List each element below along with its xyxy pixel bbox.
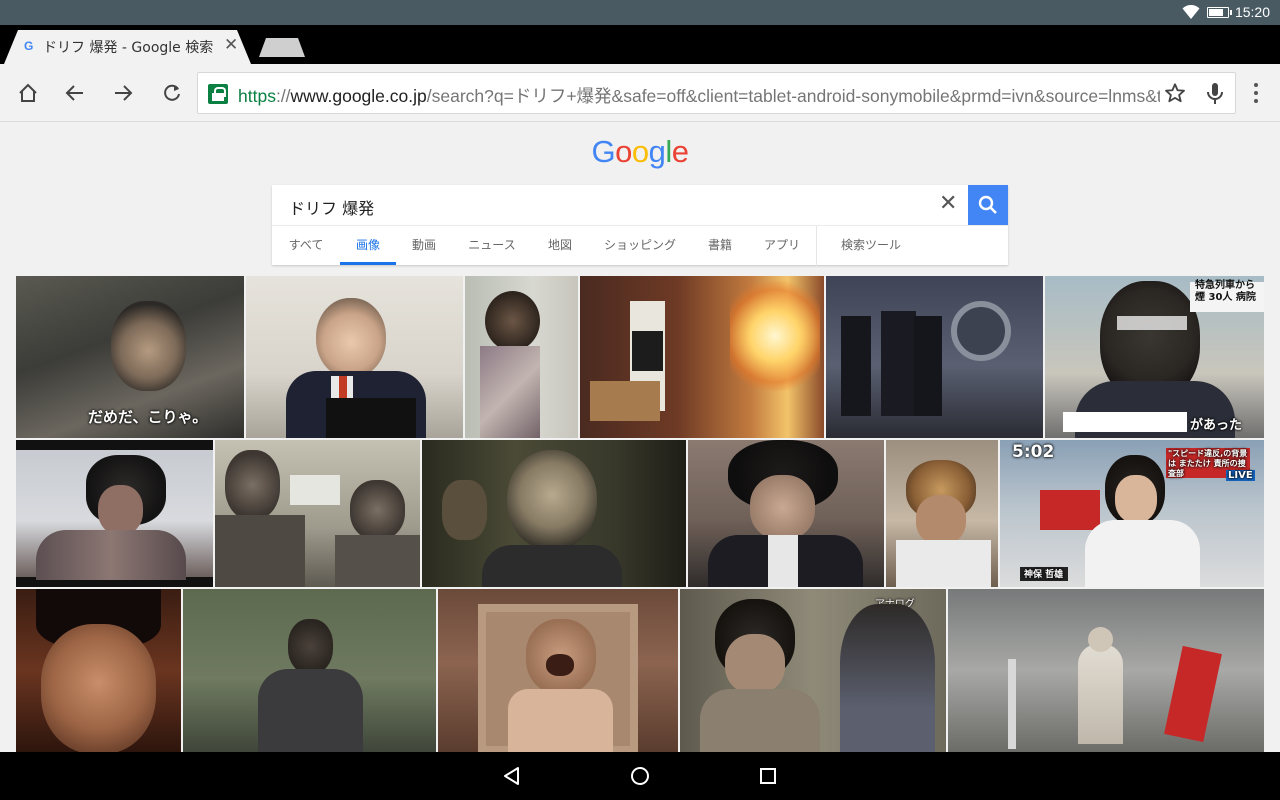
image-result[interactable] — [16, 440, 213, 587]
recents-nav-icon[interactable] — [756, 764, 780, 788]
tab-title: ドリフ 爆発 - Google 検索 — [43, 40, 214, 56]
search-input[interactable]: ドリフ 爆発 — [289, 195, 374, 219]
close-icon[interactable]: ✕ — [224, 35, 238, 55]
microphone-icon[interactable] — [1206, 82, 1224, 110]
image-result[interactable] — [183, 589, 436, 752]
image-caption: があった — [1190, 418, 1243, 433]
image-result[interactable]: 特急列車から煙 30人 病院 があった — [1045, 276, 1264, 438]
url-text[interactable]: https://www.google.co.jp/search?q=ドリフ+爆発… — [238, 83, 1160, 108]
image-caption: 5:02 — [1012, 442, 1055, 462]
bookmark-star-icon[interactable] — [1164, 82, 1186, 108]
browser-tab[interactable]: G ドリフ 爆発 - Google 検索 ✕ — [4, 30, 251, 64]
image-result[interactable]: アナログ — [680, 589, 946, 752]
google-logo[interactable]: Google — [0, 134, 1280, 170]
image-result[interactable] — [688, 440, 884, 587]
tab-strip: G ドリフ 爆発 - Google 検索 ✕ — [0, 25, 1280, 64]
status-clock: 15:20 — [1234, 4, 1270, 20]
image-caption: 特急列車から煙 30人 病院 — [1195, 280, 1256, 303]
image-caption: 神保 哲雄 — [1024, 570, 1064, 580]
image-result[interactable] — [886, 440, 998, 587]
search-button[interactable] — [968, 185, 1008, 225]
search-icon — [978, 195, 997, 214]
image-result[interactable] — [16, 589, 181, 752]
tab-all[interactable]: すべて — [284, 226, 328, 265]
forward-icon[interactable] — [110, 80, 136, 106]
android-nav-bar — [0, 752, 1280, 800]
tab-videos[interactable]: 動画 — [404, 226, 444, 265]
image-result[interactable] — [948, 589, 1264, 752]
wifi-icon — [1182, 5, 1200, 19]
image-result[interactable] — [438, 589, 678, 752]
battery-icon — [1207, 7, 1232, 18]
back-icon[interactable] — [62, 80, 88, 106]
search-tools-button[interactable]: 検索ツール — [832, 226, 910, 265]
tab-images[interactable]: 画像 — [340, 226, 396, 265]
home-icon[interactable] — [15, 80, 41, 106]
image-result[interactable] — [246, 276, 463, 438]
tabs-divider — [816, 226, 817, 266]
browser-toolbar: https://www.google.co.jp/search?q=ドリフ+爆発… — [0, 64, 1280, 122]
tab-apps[interactable]: アプリ — [758, 226, 806, 265]
home-nav-icon[interactable] — [628, 764, 652, 788]
image-caption: LIVE — [1226, 470, 1255, 481]
tab-books[interactable]: 書籍 — [702, 226, 738, 265]
image-result[interactable] — [215, 440, 420, 587]
status-bar: 15:20 — [0, 0, 1280, 25]
tab-news[interactable]: ニュース — [462, 226, 522, 265]
image-result[interactable]: だめだ、こりゃ。 — [16, 276, 244, 438]
overflow-menu-icon[interactable] — [1246, 82, 1266, 104]
image-result[interactable] — [465, 276, 578, 438]
tab-shopping[interactable]: ショッピング — [598, 226, 682, 265]
reload-icon[interactable] — [159, 80, 185, 106]
image-caption: だめだ、こりゃ。 — [88, 408, 208, 426]
clear-icon[interactable]: ✕ — [939, 191, 957, 216]
image-result[interactable] — [580, 276, 824, 438]
image-result[interactable] — [422, 440, 686, 587]
search-tabs: すべて 画像 動画 ニュース 地図 ショッピング 書籍 アプリ 検索ツール — [272, 225, 1008, 266]
google-favicon-icon: G — [24, 39, 34, 53]
new-tab-button[interactable] — [259, 38, 305, 57]
image-result[interactable]: 5:02 "スピード違反,の背景は またたけ 責所の捜査部 LIVE 神保 哲雄 — [1000, 440, 1264, 587]
image-result[interactable] — [826, 276, 1043, 438]
lock-icon — [208, 84, 228, 104]
address-bar[interactable]: https://www.google.co.jp/search?q=ドリフ+爆発… — [197, 72, 1236, 114]
tab-maps[interactable]: 地図 — [542, 226, 578, 265]
search-box: ドリフ 爆発 ✕ すべて 画像 動画 ニュース 地図 ショッピング 書籍 アプリ… — [272, 185, 1008, 266]
web-page: Google ドリフ 爆発 ✕ すべて 画像 動画 ニュース 地図 ショッピング… — [0, 122, 1280, 752]
back-nav-icon[interactable] — [500, 764, 524, 788]
